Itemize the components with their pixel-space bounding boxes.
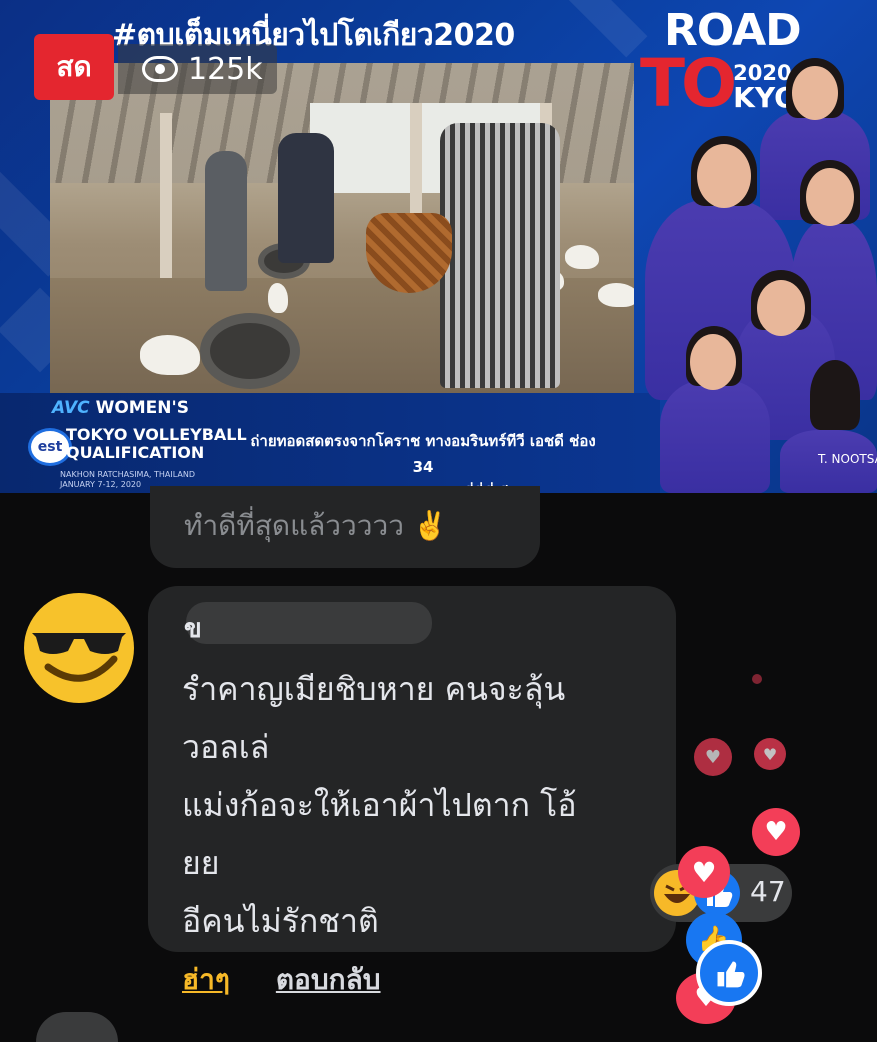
floating-heart-icon: ♥ [754, 738, 786, 770]
previous-comment-text: ทำดีที่สุดแล้ววววว ✌️ [184, 509, 448, 542]
viewer-count: 125k [118, 44, 277, 94]
live-video[interactable]: #ตบเต็มเหนี่ยวไปโตเกียว2020 สด 125k AVC … [0, 0, 877, 493]
player-figure: T. NOOTSARA [780, 360, 877, 493]
video-scene [50, 63, 634, 393]
player-figure [660, 326, 770, 493]
avc-logo: AVC WOMEN'S [52, 398, 189, 418]
floating-heart-icon: ♥ [678, 846, 730, 898]
comment-line: ยย [182, 844, 220, 882]
previous-comment-bubble[interactable]: ทำดีที่สุดแล้ววววว ✌️ [150, 486, 540, 568]
floating-heart-icon [752, 674, 762, 684]
author-initial: ข [184, 614, 202, 644]
floating-like-icon [696, 940, 762, 1006]
live-badge: สด [34, 34, 114, 100]
smile-icon [44, 655, 118, 682]
floating-heart-icon: ♥ [694, 738, 732, 776]
viewer-count-value: 125k [188, 51, 263, 87]
haha-reaction-button[interactable]: ฮ่าๆ [182, 958, 230, 1002]
floating-heart-icon: ♥ [752, 808, 800, 856]
comment-text: รำคาญเมียชิบหาย คนจะลุ้น วอลเล่ แม่งก้อจ… [182, 660, 662, 950]
comment-bubble[interactable]: ข รำคาญเมียชิบหาย คนจะลุ้น วอลเล่ แม่งก้… [148, 586, 676, 952]
author-name-redacted[interactable] [186, 602, 432, 644]
comment-line: รำคาญเมียชิบหาย คนจะลุ้น [182, 670, 566, 708]
next-comment-avatar[interactable] [36, 1012, 118, 1042]
avatar[interactable] [24, 593, 134, 703]
eye-icon [142, 56, 178, 82]
comment-line: แม่งก้อจะให้เอาผ้าไปตาก โอ้ [182, 786, 577, 824]
reply-button[interactable]: ตอบกลับ [276, 958, 381, 1002]
comment-line: อีคนไม่รักชาติ [182, 902, 379, 940]
broadcast-info: ถ่ายทอดสดตรงจากโคราช ทางอมรินทร์ทีวี เอช… [250, 432, 596, 493]
comment-line: วอลเล่ [182, 728, 270, 766]
event-title: TOKYO VOLLEYBALL QUALIFICATION [66, 425, 247, 462]
reaction-count: 47 [750, 875, 786, 908]
comment-actions: ฮ่าๆ ตอบกลับ [182, 958, 381, 1002]
road-to-tokyo-logo: ROAD TO2020 KYO [640, 5, 802, 122]
